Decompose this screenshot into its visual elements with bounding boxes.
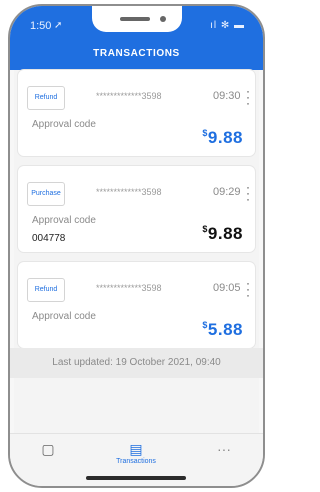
amount-value: 9.88 bbox=[207, 224, 243, 243]
more-options-icon[interactable]: · · · bbox=[243, 277, 253, 301]
card-number: *************3598 bbox=[96, 283, 162, 293]
status-time: 1:50 bbox=[30, 20, 52, 32]
signal-wifi-battery-icons: ıl ✻ ▬ bbox=[210, 20, 245, 31]
bottom-nav: ▢ ▤ Transactions ··· bbox=[10, 433, 263, 486]
transaction-type-badge: Refund bbox=[27, 278, 65, 302]
transaction-card[interactable]: Refund *************3598 09:05 · · · Appro… bbox=[18, 262, 255, 348]
transaction-type-badge: Purchase bbox=[27, 182, 65, 206]
last-updated-text: Last updated: 19 October 2021, 09:40 bbox=[10, 348, 263, 378]
more-options-icon[interactable]: · · · bbox=[243, 85, 253, 109]
transactions-list: Refund *************3598 09:30 · · · Appro… bbox=[18, 70, 255, 358]
nav-item-wallet[interactable]: ▢ bbox=[18, 442, 78, 458]
nav-item-transactions[interactable]: ▤ Transactions bbox=[106, 442, 166, 465]
transaction-time: 09:05 bbox=[213, 282, 241, 294]
nav-label: Transactions bbox=[116, 458, 156, 465]
camera bbox=[160, 16, 166, 22]
transaction-time: 09:29 bbox=[213, 186, 241, 198]
transaction-amount: $9.88 bbox=[202, 224, 243, 244]
approval-code-label: Approval code bbox=[32, 119, 96, 130]
transaction-type-badge: Refund bbox=[27, 86, 65, 110]
location-arrow-icon: ➚ bbox=[54, 20, 63, 31]
approval-code-label: Approval code bbox=[32, 311, 96, 322]
transaction-time: 09:30 bbox=[213, 90, 241, 102]
nav-item-more[interactable]: ··· bbox=[194, 442, 254, 458]
transactions-icon: ▤ bbox=[129, 441, 143, 457]
more-options-icon[interactable]: · · · bbox=[243, 181, 253, 205]
approval-code-label: Approval code bbox=[32, 215, 96, 226]
speaker bbox=[120, 17, 150, 21]
more-icon: ··· bbox=[217, 441, 231, 457]
wallet-icon: ▢ bbox=[41, 441, 55, 457]
header: 1:50 ➚ ıl ✻ ▬ TRANSACTIONS bbox=[10, 6, 263, 70]
card-number: *************3598 bbox=[96, 187, 162, 197]
home-indicator bbox=[86, 476, 186, 480]
card-number: *************3598 bbox=[96, 91, 162, 101]
phone-frame: 1:50 ➚ ıl ✻ ▬ TRANSACTIONS Refund ******… bbox=[8, 4, 265, 488]
amount-value: 5.88 bbox=[207, 320, 243, 339]
transaction-card[interactable]: Purchase *************3598 09:29 · · · App… bbox=[18, 166, 255, 252]
amount-value: 9.88 bbox=[207, 128, 243, 147]
transaction-amount: $9.88 bbox=[202, 128, 243, 148]
approval-code-value: 004778 bbox=[32, 233, 66, 244]
transaction-card[interactable]: Refund *************3598 09:30 · · · Appro… bbox=[18, 70, 255, 156]
page-title: TRANSACTIONS bbox=[93, 48, 180, 59]
transaction-amount: $5.88 bbox=[202, 320, 243, 340]
